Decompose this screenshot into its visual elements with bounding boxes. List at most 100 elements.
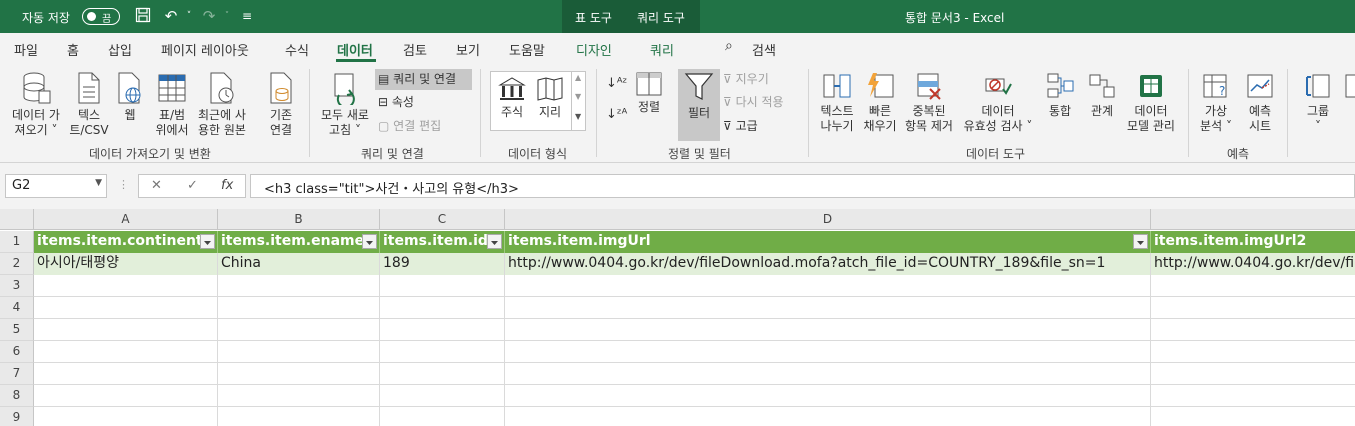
row-header[interactable]: 4 <box>0 297 34 319</box>
tab-file[interactable]: 파일 <box>14 40 38 59</box>
name-box[interactable]: G2 ▼ <box>5 174 107 198</box>
search-icon[interactable]: ⌕ <box>725 38 733 54</box>
advanced-filter-button[interactable]: ⊽ 고급 <box>723 118 758 134</box>
table-cell[interactable]: 189 <box>380 253 505 275</box>
filter-dropdown-icon[interactable] <box>1133 234 1148 249</box>
tab-home[interactable]: 홈 <box>67 40 79 59</box>
select-all-corner[interactable] <box>0 209 34 230</box>
table-cell[interactable] <box>218 341 380 363</box>
table-cell[interactable] <box>380 297 505 319</box>
relationships-button[interactable]: 관계 <box>1082 71 1122 119</box>
name-box-dropdown-icon[interactable]: ▼ <box>95 178 102 188</box>
column-header-b[interactable]: B <box>218 209 380 230</box>
table-cell[interactable] <box>218 385 380 407</box>
worksheet-grid[interactable]: A B C D 1 2 3 4 5 6 7 8 9 items.item.con… <box>0 209 1355 426</box>
table-cell[interactable] <box>34 297 218 319</box>
table-cell[interactable] <box>380 275 505 297</box>
get-data-button[interactable]: 데이터 가 져오기 ˅ <box>4 71 68 138</box>
row-header[interactable]: 8 <box>0 385 34 407</box>
table-header-cell[interactable]: items.item.id <box>380 231 505 253</box>
table-cell[interactable] <box>34 275 218 297</box>
tab-design[interactable]: 디자인 <box>576 40 612 59</box>
table-cell[interactable] <box>505 407 1151 426</box>
table-cell[interactable] <box>505 341 1151 363</box>
search-label[interactable]: 검색 <box>752 40 776 59</box>
data-types-gallery[interactable]: 주식 지리 ▲ ▼ ▼ <box>490 71 586 131</box>
table-header-cell[interactable]: items.item.imgUrl2 <box>1151 231 1355 253</box>
filter-button[interactable]: 필터 <box>678 71 720 121</box>
consolidate-button[interactable]: 통합 <box>1040 71 1080 119</box>
table-cell[interactable]: http://www.0404.go.kr/dev/fileDownload.m… <box>505 253 1151 275</box>
save-icon[interactable] <box>134 7 152 25</box>
row-header[interactable]: 9 <box>0 407 34 426</box>
stocks-button[interactable]: 주식 <box>493 76 531 120</box>
recent-sources-button[interactable]: 최근에 사 용한 원본 <box>194 71 250 138</box>
undo-icon[interactable]: ↶ <box>162 7 180 25</box>
table-cell[interactable] <box>218 363 380 385</box>
edit-links-button[interactable]: ▢ 연결 편집 <box>378 118 441 134</box>
row-header[interactable]: 6 <box>0 341 34 363</box>
context-tab-query[interactable]: 쿼리 도구 <box>637 9 685 26</box>
flash-fill-button[interactable]: 빠른 채우기 <box>860 71 900 134</box>
table-cell[interactable] <box>218 407 380 426</box>
table-cell[interactable] <box>505 275 1151 297</box>
table-cell[interactable] <box>34 407 218 426</box>
table-cell[interactable] <box>505 363 1151 385</box>
table-header-cell[interactable]: items.item.continent <box>34 231 218 253</box>
manage-data-model-button[interactable]: 데이터 모델 관리 <box>1122 71 1180 134</box>
table-header-cell[interactable]: items.item.imgUrl <box>505 231 1151 253</box>
cancel-icon[interactable]: ✕ <box>151 178 162 193</box>
group-button[interactable]: 그룹 ˅ <box>1298 71 1338 134</box>
gallery-more-icon[interactable]: ▼ <box>575 112 581 121</box>
tab-page-layout[interactable]: 페이지 레이아웃 <box>161 40 249 59</box>
clear-button[interactable]: ⊽ 지우기 <box>723 71 769 87</box>
row-header[interactable]: 1 <box>0 231 34 253</box>
column-header-a[interactable]: A <box>34 209 218 230</box>
table-cell[interactable] <box>380 319 505 341</box>
table-cell[interactable] <box>218 297 380 319</box>
redo-icon[interactable]: ↷ <box>200 7 218 25</box>
tab-view[interactable]: 보기 <box>456 40 480 59</box>
tab-formulas[interactable]: 수식 <box>285 40 309 59</box>
enter-icon[interactable]: ✓ <box>187 178 198 193</box>
table-cell[interactable] <box>34 341 218 363</box>
reapply-button[interactable]: ⊽ 다시 적용 <box>723 94 784 110</box>
filter-dropdown-icon[interactable] <box>200 234 215 249</box>
column-header-e[interactable] <box>1151 209 1355 230</box>
geography-button[interactable]: 지리 <box>531 76 569 120</box>
existing-connections-button[interactable]: 기존 연결 <box>256 71 306 138</box>
queries-connections-button[interactable]: ▤ 쿼리 및 연결 <box>378 71 456 87</box>
sort-button[interactable]: 정렬 <box>632 71 666 115</box>
table-cell[interactable] <box>380 385 505 407</box>
table-cell[interactable] <box>218 275 380 297</box>
data-validation-button[interactable]: 데이터 유효성 검사 ˅ <box>958 71 1038 134</box>
sort-descending-icon[interactable]: ↓ᶻᴬ <box>606 107 627 123</box>
forecast-sheet-button[interactable]: 예측 시트 <box>1240 71 1280 134</box>
redo-dropdown-icon[interactable]: ˅ <box>218 7 236 25</box>
text-to-columns-button[interactable]: 텍스트 나누기 <box>814 71 860 134</box>
table-cell[interactable]: China <box>218 253 380 275</box>
table-cell[interactable] <box>380 407 505 426</box>
gallery-scroll[interactable]: ▲ ▼ ▼ <box>571 72 586 130</box>
remove-duplicates-button[interactable]: 중복된 항목 제거 <box>900 71 958 134</box>
formula-input[interactable]: <h3 class="tit">사건・사고의 유형</h3> <box>250 174 1355 198</box>
table-cell[interactable] <box>505 385 1151 407</box>
tab-review[interactable]: 검토 <box>403 40 427 59</box>
column-header-c[interactable]: C <box>380 209 505 230</box>
filter-dropdown-icon[interactable] <box>362 234 377 249</box>
from-web-button[interactable]: 웹 <box>112 71 148 123</box>
tab-insert[interactable]: 삽입 <box>108 40 132 59</box>
gallery-down-icon[interactable]: ▼ <box>575 92 581 101</box>
undo-dropdown-icon[interactable]: ˅ <box>180 7 198 25</box>
table-cell[interactable] <box>34 319 218 341</box>
row-header[interactable]: 5 <box>0 319 34 341</box>
autosave-toggle[interactable]: 끔 <box>82 8 120 25</box>
sort-ascending-icon[interactable]: ↓ᴬᶻ <box>606 76 627 92</box>
row-header[interactable]: 7 <box>0 363 34 385</box>
context-tab-table[interactable]: 표 도구 <box>575 9 612 26</box>
formula-bar-grip-icon[interactable]: ⋮ <box>118 178 129 191</box>
table-cell[interactable] <box>380 363 505 385</box>
customize-qat-icon[interactable]: ≡ <box>238 7 256 25</box>
table-cell[interactable] <box>34 385 218 407</box>
properties-button[interactable]: ⊟ 속성 <box>378 94 414 110</box>
